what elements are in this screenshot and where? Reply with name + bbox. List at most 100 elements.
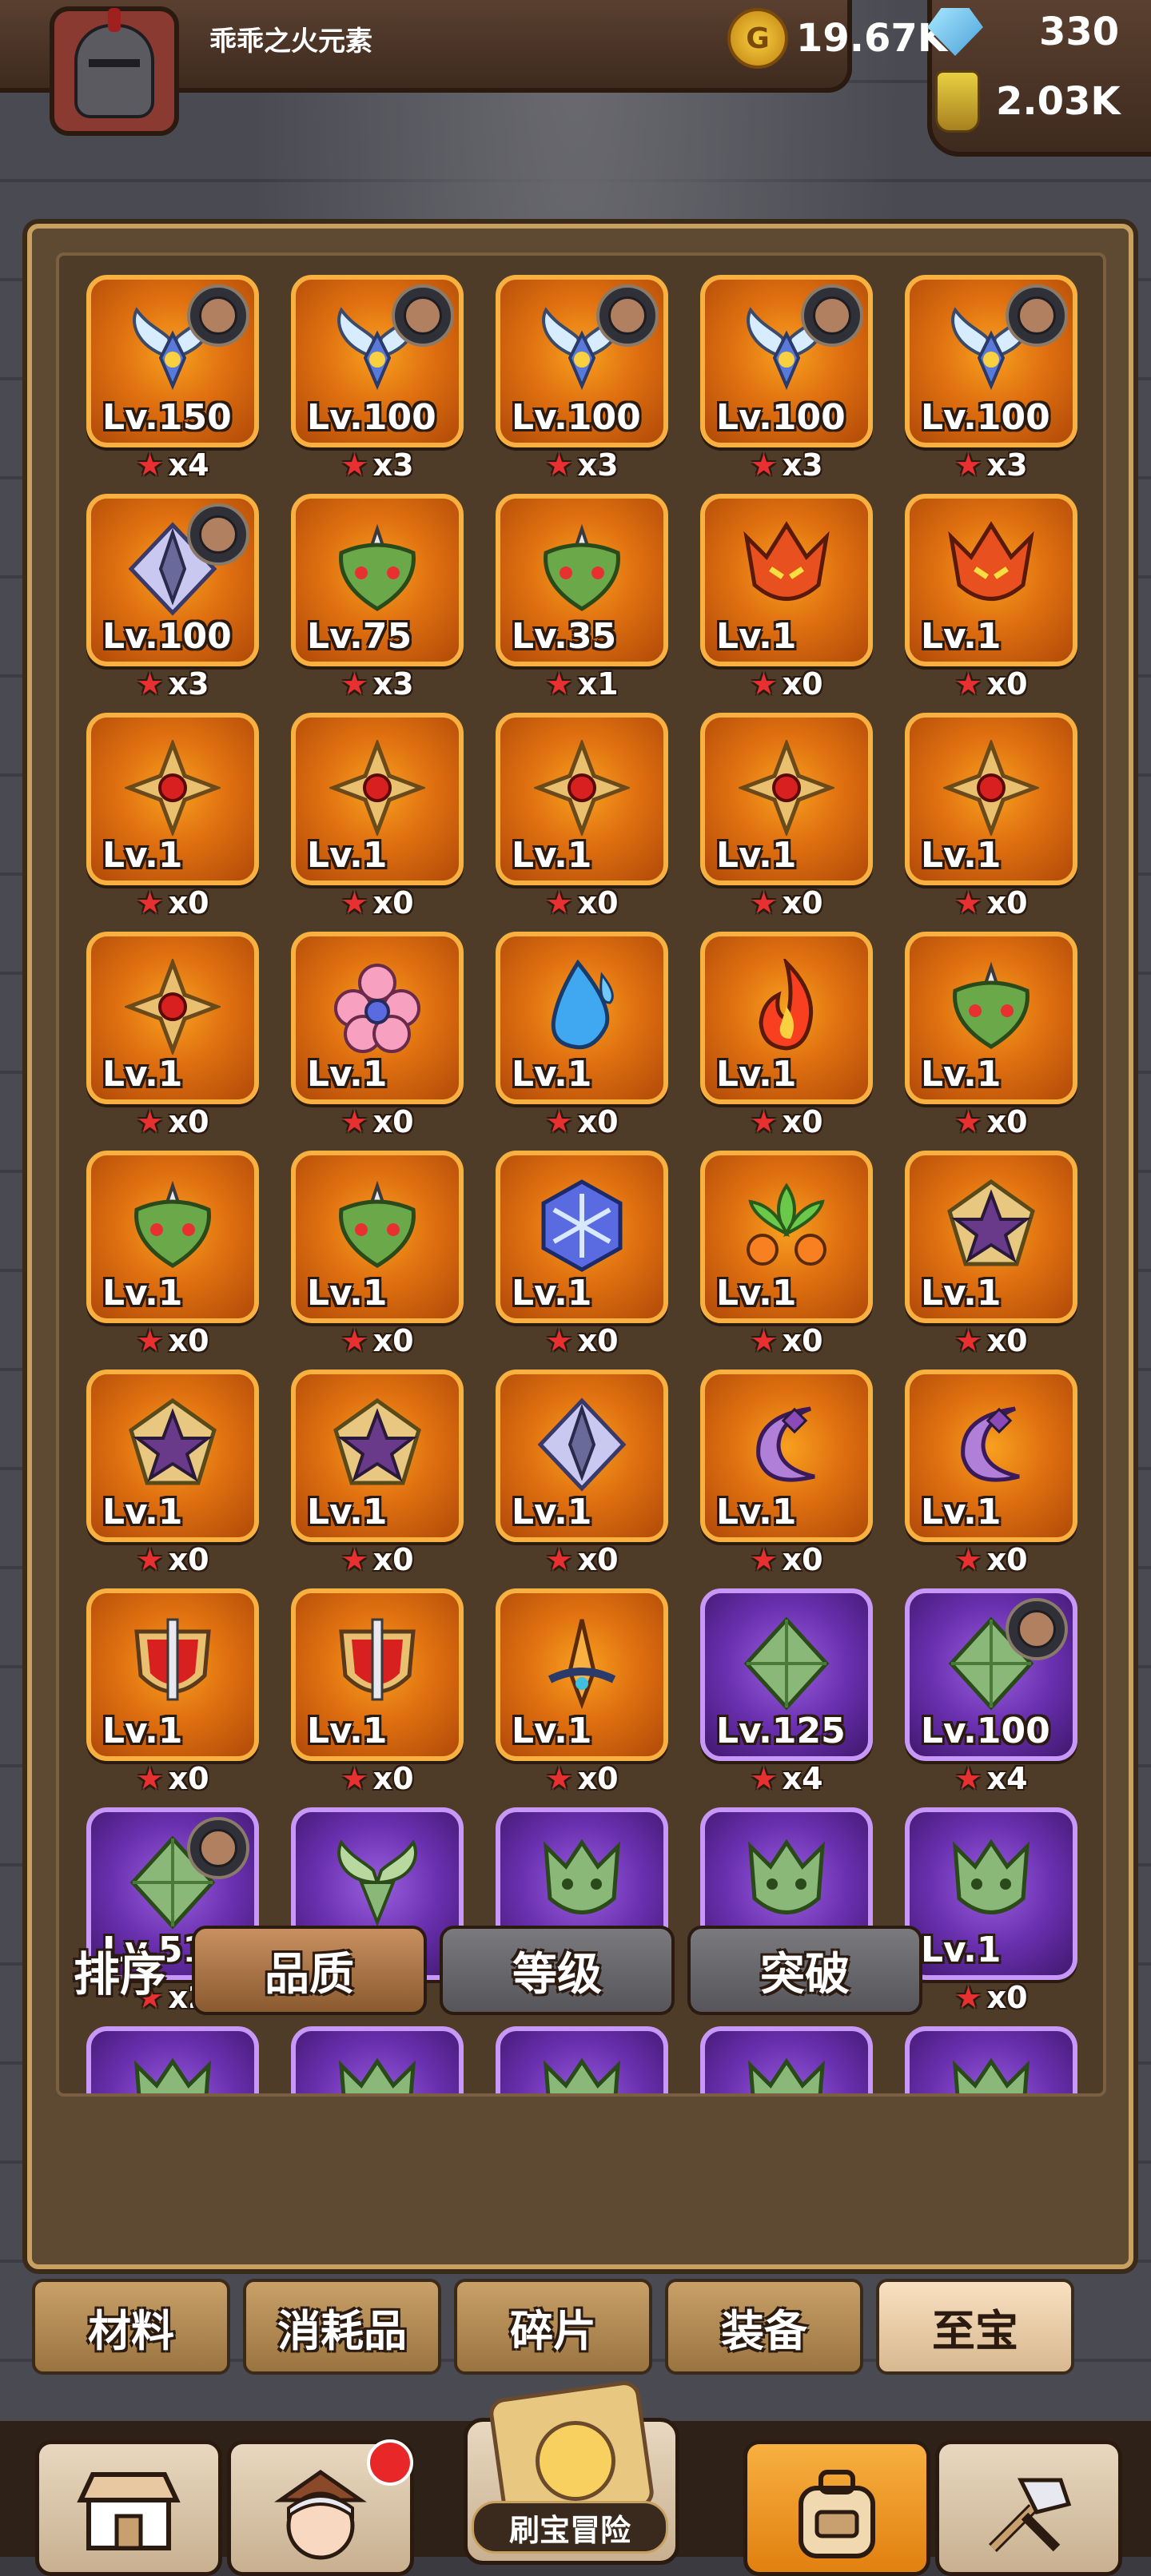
player-avatar[interactable] — [50, 6, 179, 136]
treasure-item[interactable]: Lv.1 ★x0 — [905, 494, 1077, 708]
treasure-tile[interactable]: Lv.1 — [496, 713, 668, 885]
treasure-item[interactable]: Lv.1 ★x0 — [905, 932, 1077, 1146]
treasure-tile[interactable]: Lv.100 — [496, 275, 668, 447]
sort-quality-button[interactable]: 品质 — [192, 1926, 427, 2015]
treasure-tile[interactable]: Lv.1 — [291, 932, 464, 1104]
treasure-item[interactable]: Lv.1 ★x0 — [496, 1588, 668, 1803]
nav-hero[interactable] — [227, 2439, 414, 2576]
star-icon: ★ — [341, 666, 368, 702]
treasure-item[interactable] — [86, 2026, 259, 2093]
treasure-item[interactable]: Lv.100 ★ x3 — [905, 275, 1077, 489]
treasure-item[interactable]: Lv.1 ★x0 — [905, 713, 1077, 927]
treasure-item[interactable]: Lv.1 ★x0 — [700, 1369, 873, 1584]
treasure-item[interactable]: Lv.1 ★x0 — [700, 1151, 873, 1365]
potion-counter[interactable]: 2.03K — [935, 70, 1121, 133]
treasure-tile[interactable] — [291, 2026, 464, 2093]
nav-backpack[interactable] — [743, 2440, 930, 2576]
treasure-tile[interactable]: Lv.1 — [291, 713, 464, 885]
treasure-tile[interactable] — [496, 2026, 668, 2093]
treasure-item[interactable]: Lv.1 ★x0 — [905, 1151, 1077, 1365]
treasure-tile[interactable]: Lv.1 — [700, 932, 873, 1104]
gold-counter[interactable]: G 19.67K — [727, 8, 947, 69]
treasure-tile[interactable]: Lv.1 — [700, 494, 873, 666]
treasure-tile[interactable]: Lv.1 — [700, 713, 873, 885]
treasure-item[interactable]: Lv.1 ★x0 — [496, 1369, 668, 1584]
treasure-item[interactable]: Lv.75 ★ x3 — [291, 494, 464, 708]
treasure-tile[interactable] — [905, 2026, 1077, 2093]
treasure-item[interactable] — [291, 2026, 464, 2093]
treasure-tile[interactable]: Lv.1 — [905, 494, 1077, 666]
treasure-adventure-button[interactable]: 刷宝冒险 — [464, 2379, 679, 2565]
treasure-tile[interactable]: Lv.35 — [496, 494, 668, 666]
treasure-item[interactable]: Lv.1 ★x0 — [86, 1151, 259, 1365]
treasure-tile[interactable]: Lv.1 — [496, 1151, 668, 1323]
tab-treasures[interactable]: 至宝 — [876, 2279, 1074, 2375]
treasure-tile[interactable]: Lv.1 — [86, 1369, 259, 1542]
treasure-item[interactable]: Lv.100 ★ x3 — [496, 275, 668, 489]
treasure-item[interactable] — [905, 2026, 1077, 2093]
treasure-item[interactable]: Lv.100 ★ x3 — [700, 275, 873, 489]
treasure-item[interactable]: Lv.150 ★ x4 — [86, 275, 259, 489]
treasure-tile[interactable]: Lv.1 — [291, 1588, 464, 1761]
treasure-item[interactable]: Lv.1 ★x0 — [291, 1151, 464, 1365]
treasure-tile[interactable]: Lv.1 — [86, 713, 259, 885]
treasure-item[interactable]: Lv.1 ★x0 — [905, 1369, 1077, 1584]
treasure-tile[interactable]: Lv.1 — [496, 1369, 668, 1542]
treasure-tile[interactable] — [86, 2026, 259, 2093]
treasure-item[interactable]: Lv.1 ★x0 — [496, 932, 668, 1146]
treasure-tile[interactable]: Lv.1 — [905, 1151, 1077, 1323]
treasure-item[interactable]: Lv.1 ★x0 — [496, 713, 668, 927]
treasure-item[interactable]: Lv.100 ★ x3 — [291, 275, 464, 489]
treasure-tile[interactable]: Lv.1 — [86, 932, 259, 1104]
treasure-tile[interactable]: Lv.1 — [700, 1369, 873, 1542]
item-grid-viewport[interactable]: Lv.150 ★ x4 Lv.100 ★ x3 Lv.100 ★ x3 Lv.100 ★ x3 Lv.1… — [56, 252, 1106, 2097]
treasure-item[interactable]: Lv.1 ★x0 — [291, 713, 464, 927]
treasure-tile[interactable]: Lv.1 — [496, 932, 668, 1104]
treasure-tile[interactable]: Lv.1 — [291, 1369, 464, 1542]
treasure-item[interactable]: Lv.125 ★ x4 — [700, 1588, 873, 1803]
gem-counter[interactable]: 330 — [927, 8, 1119, 56]
treasure-item[interactable]: Lv.1 ★x0 — [86, 1588, 259, 1803]
treasure-tile[interactable]: Lv.1 — [700, 1151, 873, 1323]
treasure-tile[interactable]: Lv.100 — [905, 1588, 1077, 1761]
treasure-item[interactable]: Lv.100 ★ x4 — [905, 1588, 1077, 1803]
treasure-tile[interactable]: Lv.75 — [291, 494, 464, 666]
treasure-item[interactable]: Lv.1 ★x0 — [86, 932, 259, 1146]
treasure-tile[interactable]: Lv.1 — [905, 713, 1077, 885]
treasure-tile[interactable]: Lv.1 — [905, 1369, 1077, 1542]
treasure-item[interactable] — [496, 2026, 668, 2093]
treasure-tile[interactable]: Lv.1 — [905, 932, 1077, 1104]
treasure-item[interactable]: Lv.1 ★x0 — [291, 1369, 464, 1584]
treasure-item[interactable]: Lv.1 ★x0 — [291, 932, 464, 1146]
tab-equipment[interactable]: 装备 — [665, 2279, 863, 2375]
treasure-item[interactable]: Lv.1 ★x0 — [496, 1151, 668, 1365]
treasure-item[interactable]: Lv.1 ★x0 — [86, 713, 259, 927]
treasure-item[interactable]: Lv.35 ★ x1 — [496, 494, 668, 708]
treasure-item[interactable]: Lv.1 ★x0 — [700, 494, 873, 708]
treasure-tile[interactable]: Lv.125 — [700, 1588, 873, 1761]
treasure-item[interactable]: Lv.1 ★x0 — [86, 1369, 259, 1584]
treasure-tile[interactable]: Lv.100 — [905, 275, 1077, 447]
treasure-tile[interactable]: Lv.1 — [496, 1588, 668, 1761]
treasure-tile[interactable]: Lv.1 — [291, 1151, 464, 1323]
treasure-item[interactable]: Lv.100 ★ x3 — [86, 494, 259, 708]
treasure-tile[interactable]: Lv.100 — [291, 275, 464, 447]
treasure-tile[interactable]: Lv.1 — [86, 1151, 259, 1323]
treasure-item[interactable]: Lv.1 ★x0 — [700, 713, 873, 927]
treasure-item[interactable]: Lv.1 ★x0 — [291, 1588, 464, 1803]
sort-breakthrough-button[interactable]: 突破 — [687, 1926, 922, 2015]
treasure-tile[interactable]: Lv.150 — [86, 275, 259, 447]
nav-forge[interactable] — [935, 2440, 1122, 2576]
tab-materials[interactable]: 材料 — [32, 2279, 230, 2375]
sort-label: 排序 — [73, 1947, 166, 2002]
treasure-tile[interactable]: Lv.100 — [700, 275, 873, 447]
treasure-item[interactable] — [700, 2026, 873, 2093]
tab-consumables[interactable]: 消耗品 — [243, 2279, 441, 2375]
treasure-tile[interactable] — [700, 2026, 873, 2093]
nav-shop[interactable] — [35, 2440, 222, 2576]
treasure-tile[interactable]: Lv.1 — [86, 1588, 259, 1761]
treasure-item[interactable]: Lv.1 ★x0 — [700, 932, 873, 1146]
sort-level-button[interactable]: 等级 — [440, 1926, 675, 2015]
tab-fragments[interactable]: 碎片 — [454, 2279, 652, 2375]
treasure-tile[interactable]: Lv.100 — [86, 494, 259, 666]
